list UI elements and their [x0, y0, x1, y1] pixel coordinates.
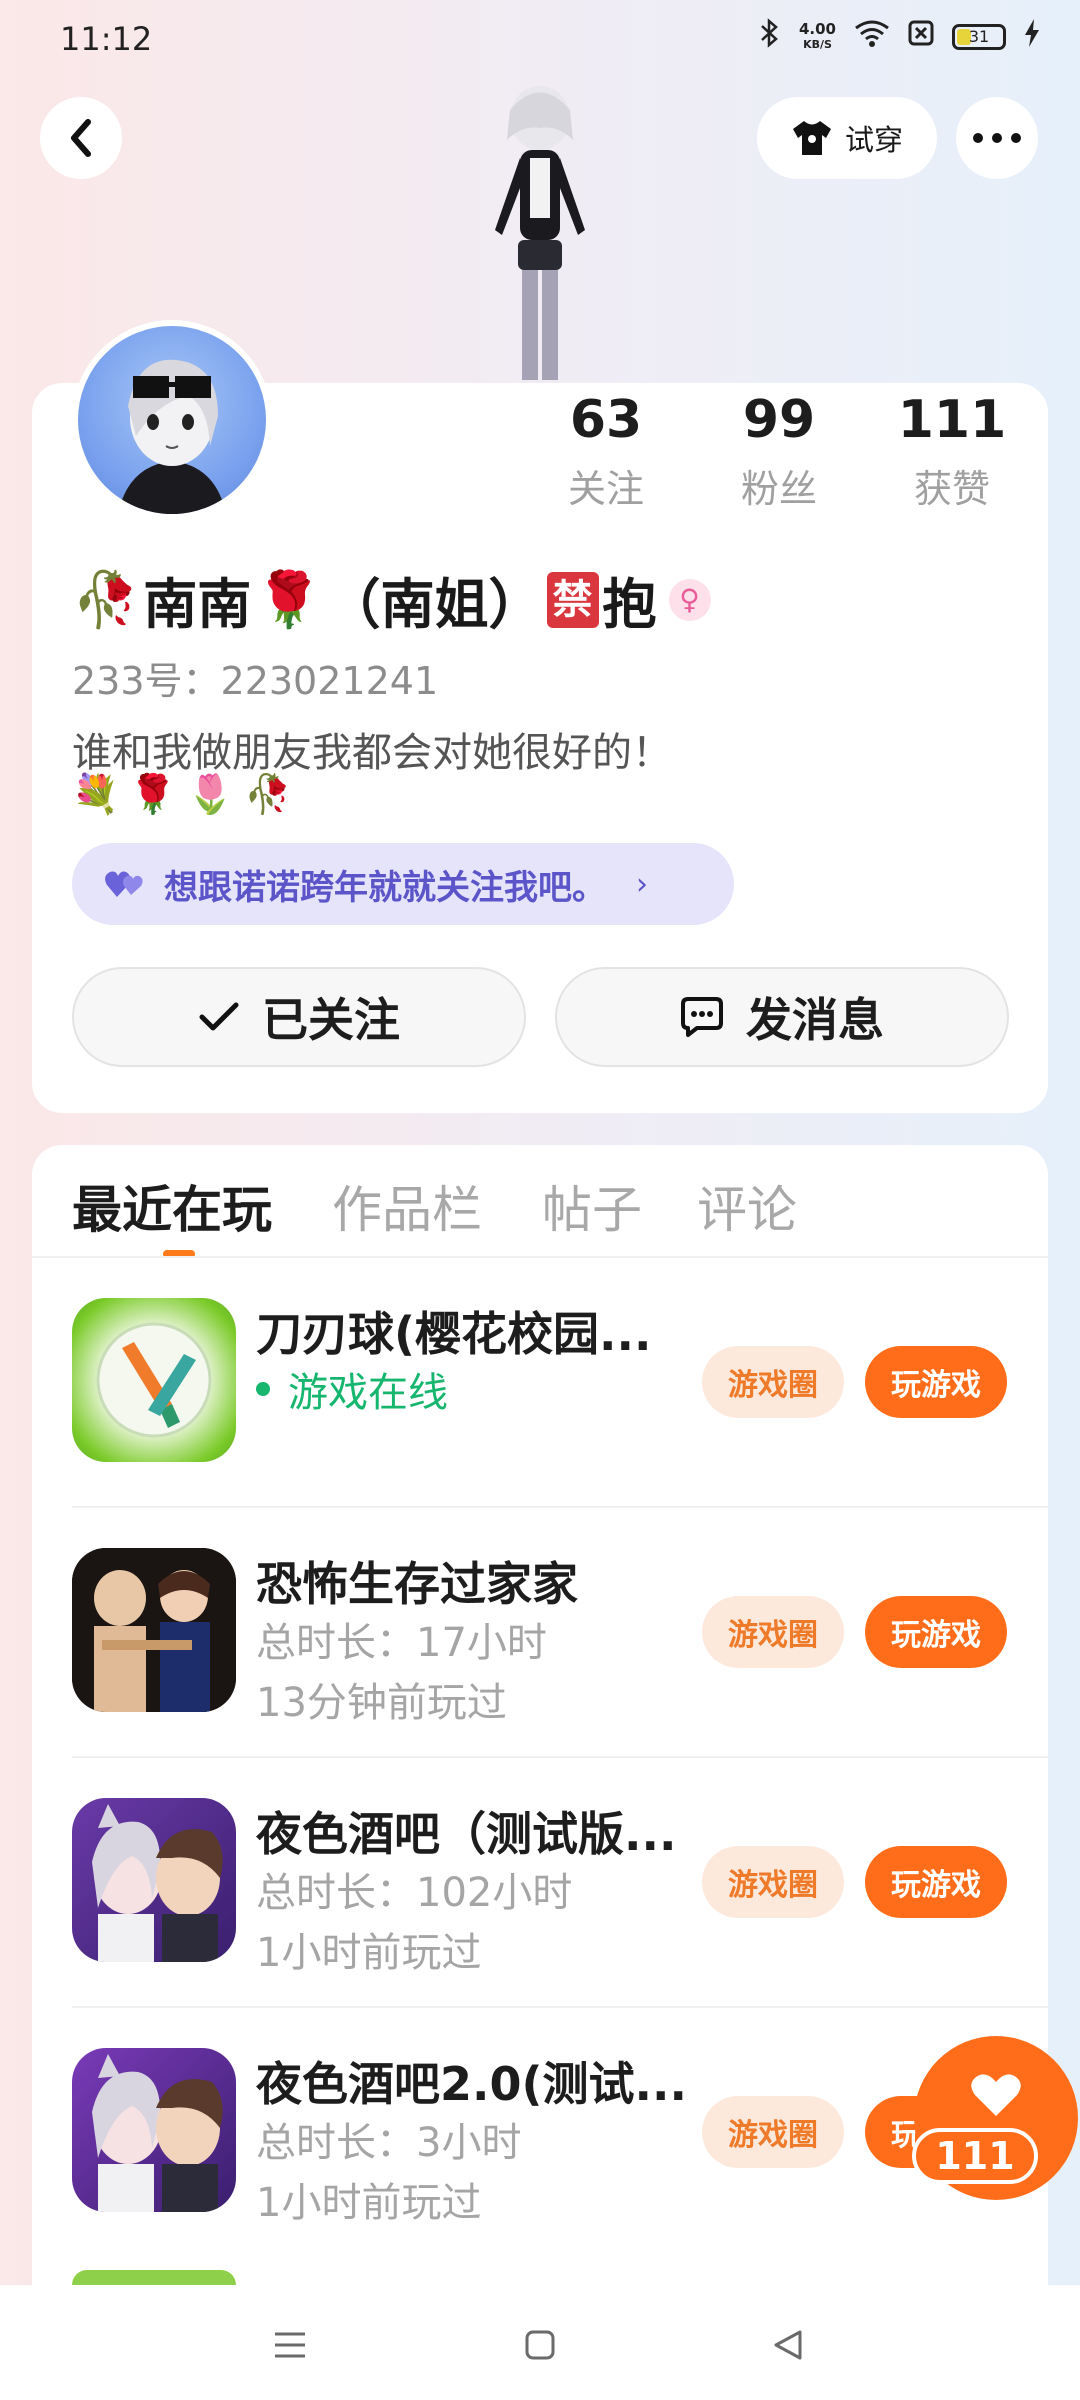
home-square-icon [525, 2330, 555, 2360]
play-game-button[interactable]: 玩游戏 [865, 1846, 1007, 1918]
game-row[interactable]: 恐怖生存过家家 总时长：17小时 13分钟前玩过 游戏圈 玩游戏 [32, 1508, 1048, 1758]
tab-posts[interactable]: 帖子 [542, 1170, 642, 1242]
game-last-played: 1小时前玩过 [256, 2180, 482, 2226]
game-title: 夜色酒吧2.0(测试... [256, 2057, 687, 2111]
ban-badge: 禁 [546, 571, 599, 628]
back-nav-button[interactable] [758, 2315, 818, 2375]
hearts-icon [105, 871, 143, 897]
back-triangle-icon [774, 2330, 802, 2360]
stat-likes-label: 获赞 [913, 467, 990, 511]
status-time: 11:12 [60, 20, 153, 58]
check-icon [199, 1002, 239, 1031]
wilted-flower-emoji: 🥀 [243, 772, 292, 816]
stat-following-label: 关注 [567, 467, 644, 511]
try-on-label: 试穿 [844, 123, 903, 157]
game-icon [72, 1548, 236, 1712]
play-game-button[interactable]: 玩游戏 [865, 1596, 1007, 1668]
avatar-3d-figure[interactable] [440, 80, 640, 380]
follow-button[interactable]: 已关注 [72, 967, 526, 1067]
charging-icon [1024, 19, 1040, 54]
tulip-emoji: 🌷 [186, 772, 234, 816]
try-on-button[interactable]: 试穿 [757, 97, 937, 179]
menu-nav-button[interactable] [260, 2315, 320, 2375]
game-circle-button[interactable]: 游戏圈 [702, 1346, 844, 1418]
username-row: 🥀 南南 🌹 （南姐） 禁 抱 ♀ [72, 560, 711, 639]
stat-fans[interactable]: 99 粉丝 [699, 390, 859, 513]
online-dot-icon [256, 1382, 270, 1396]
game-last-played: 13分钟前玩过 [256, 1680, 507, 1726]
system-navigation-bar [0, 2285, 1080, 2400]
game-title: 恐怖生存过家家 [256, 1557, 578, 1611]
status-icons: 4.00 KB/S 31 [759, 18, 1040, 55]
game-row[interactable]: 刀刃球(樱花校园... 游戏在线 游戏圈 玩游戏 [32, 1258, 1048, 1508]
game-circle-button[interactable]: 游戏圈 [702, 1846, 844, 1918]
avatar[interactable] [72, 320, 272, 520]
tab-recently-played[interactable]: 最近在玩 [72, 1170, 272, 1242]
message-label: 发消息 [746, 993, 884, 1047]
stat-likes-value: 111 [897, 390, 1007, 450]
game-icon [72, 1298, 236, 1462]
net-speed-unit: KB/S [803, 37, 832, 51]
game-duration: 总时长：3小时 [256, 2120, 522, 2166]
follow-label: 已关注 [262, 993, 400, 1047]
female-gender-icon: ♀ [668, 578, 711, 621]
game-last-played: 1小时前玩过 [256, 1930, 482, 1976]
game-circle-button[interactable]: 游戏圈 [702, 2096, 844, 2168]
tab-works[interactable]: 作品栏 [332, 1170, 482, 1242]
chat-bubble-icon [681, 997, 723, 1037]
game-row[interactable]: 夜色酒吧2.0(测试... 总时长：3小时 1小时前玩过 游戏圈 玩 [32, 2008, 1048, 2258]
online-status: 游戏在线 [256, 1360, 448, 1418]
game-title: 刀刃球(樱花校园... [256, 1307, 652, 1361]
wilted-flower-emoji: 🥀 [72, 567, 140, 631]
username: 南南 [143, 573, 252, 636]
like-count-badge: 111 [912, 2128, 1038, 2184]
bluetooth-icon [759, 18, 781, 55]
stat-following[interactable]: 63 关注 [526, 390, 686, 513]
stat-following-value: 63 [569, 390, 643, 450]
username-tail: 抱 [602, 573, 657, 636]
online-status-text: 游戏在线 [288, 1370, 448, 1416]
home-nav-button[interactable] [510, 2315, 570, 2375]
more-dots-icon [973, 133, 1021, 143]
back-button[interactable] [40, 97, 122, 179]
more-options-button[interactable] [956, 97, 1038, 179]
game-icon [72, 1798, 236, 1962]
wifi-icon [854, 19, 890, 54]
chevron-left-icon [71, 119, 91, 157]
game-title: 夜色酒吧（测试版... [256, 1807, 677, 1861]
message-button[interactable]: 发消息 [555, 967, 1009, 1067]
stat-fans-label: 粉丝 [740, 467, 817, 511]
bio-emojis: 💐 🌹 🌷 🥀 [72, 772, 291, 817]
heart-icon [971, 2074, 1021, 2116]
net-speed: 4.00 KB/S [798, 19, 836, 52]
user-id: 233号：223021241 [72, 659, 439, 703]
shirt-icon [792, 121, 831, 155]
play-game-button[interactable]: 玩游戏 [865, 1346, 1007, 1418]
status-bar: 11:12 4.00 KB/S 31 [0, 0, 1080, 80]
promo-text: 想跟诺诺跨年就就关注我吧。 [164, 867, 606, 908]
game-row[interactable]: 夜色酒吧（测试版... 总时长：102小时 1小时前玩过 游戏圈 玩游戏 [32, 1758, 1048, 2008]
game-circle-button[interactable]: 游戏圈 [702, 1596, 844, 1668]
game-icon [72, 2048, 236, 2212]
game-icon-partial [72, 2270, 236, 2285]
bouquet-emoji: 💐 [72, 772, 120, 816]
username-suffix: （南姐） [326, 573, 543, 636]
tab-comments[interactable]: 评论 [697, 1170, 797, 1242]
promo-banner[interactable]: 想跟诺诺跨年就就关注我吧。 › [72, 843, 734, 925]
no-sim-icon [908, 20, 934, 53]
chevron-right-icon: › [636, 866, 648, 902]
menu-icon [275, 2332, 305, 2358]
battery-level: 31 [968, 27, 990, 46]
net-speed-value: 4.00 [798, 19, 836, 38]
stat-likes[interactable]: 111 获赞 [872, 390, 1032, 513]
game-duration: 总时长：17小时 [256, 1620, 547, 1666]
rose-emoji: 🌹 [255, 567, 323, 631]
bio-text: 谁和我做朋友我都会对她很好的！ [72, 730, 672, 776]
battery-icon: 31 [952, 23, 1006, 50]
stat-fans-value: 99 [742, 390, 816, 450]
game-duration: 总时长：102小时 [256, 1870, 573, 1916]
rose-emoji: 🌹 [129, 772, 177, 816]
